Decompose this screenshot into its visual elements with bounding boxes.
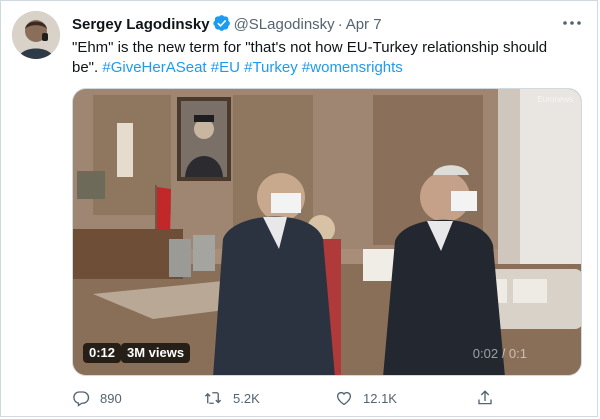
author-name[interactable]: Sergey Lagodinsky bbox=[72, 16, 210, 33]
author-handle[interactable]: @SLagodinsky bbox=[234, 16, 335, 33]
more-options-icon[interactable] bbox=[561, 13, 583, 33]
reply-button[interactable]: 890 bbox=[72, 386, 122, 410]
tweet-actions: 890 5.2K 12.1K bbox=[72, 386, 572, 410]
retweet-button[interactable]: 5.2K bbox=[203, 386, 260, 410]
verified-icon bbox=[212, 14, 231, 38]
hashtag-link[interactable]: #EU bbox=[211, 59, 240, 76]
video-duration: 0:12 bbox=[83, 343, 122, 363]
embedded-timecode: 0:02 / 0:1 bbox=[472, 346, 527, 361]
video-frame bbox=[73, 89, 581, 375]
share-icon bbox=[478, 390, 492, 405]
like-count: 12.1K bbox=[363, 390, 397, 406]
video-player[interactable]: 0:12 3M views 0:02 / 0:1 Euronews bbox=[72, 88, 582, 376]
separator-dot: · bbox=[337, 16, 343, 33]
avatar[interactable] bbox=[12, 11, 60, 59]
hashtag-link[interactable]: #GiveHerASeat bbox=[102, 59, 206, 76]
hashtag-link[interactable]: #Turkey bbox=[244, 59, 298, 76]
retweet-icon bbox=[204, 392, 222, 404]
tweet-text: "Ehm" is the new term for "that's not ho… bbox=[72, 38, 577, 78]
tweet-card[interactable]: Sergey Lagodinsky @SLagodinsky · Apr 7 "Ehm… bbox=[0, 0, 598, 417]
reply-count: 890 bbox=[100, 390, 122, 406]
share-button[interactable] bbox=[476, 386, 504, 410]
channel-watermark: Euronews bbox=[537, 95, 573, 104]
heart-icon bbox=[336, 391, 352, 406]
tweet-header: Sergey Lagodinsky @SLagodinsky · Apr 7 bbox=[72, 14, 552, 34]
avatar-image bbox=[12, 11, 60, 59]
reply-icon bbox=[73, 391, 90, 407]
hashtag-link[interactable]: #womensrights bbox=[302, 59, 403, 76]
tweet-date[interactable]: Apr 7 bbox=[346, 16, 382, 33]
video-views: 3M views bbox=[121, 343, 191, 363]
retweet-count: 5.2K bbox=[233, 390, 260, 406]
like-button[interactable]: 12.1K bbox=[335, 386, 397, 410]
